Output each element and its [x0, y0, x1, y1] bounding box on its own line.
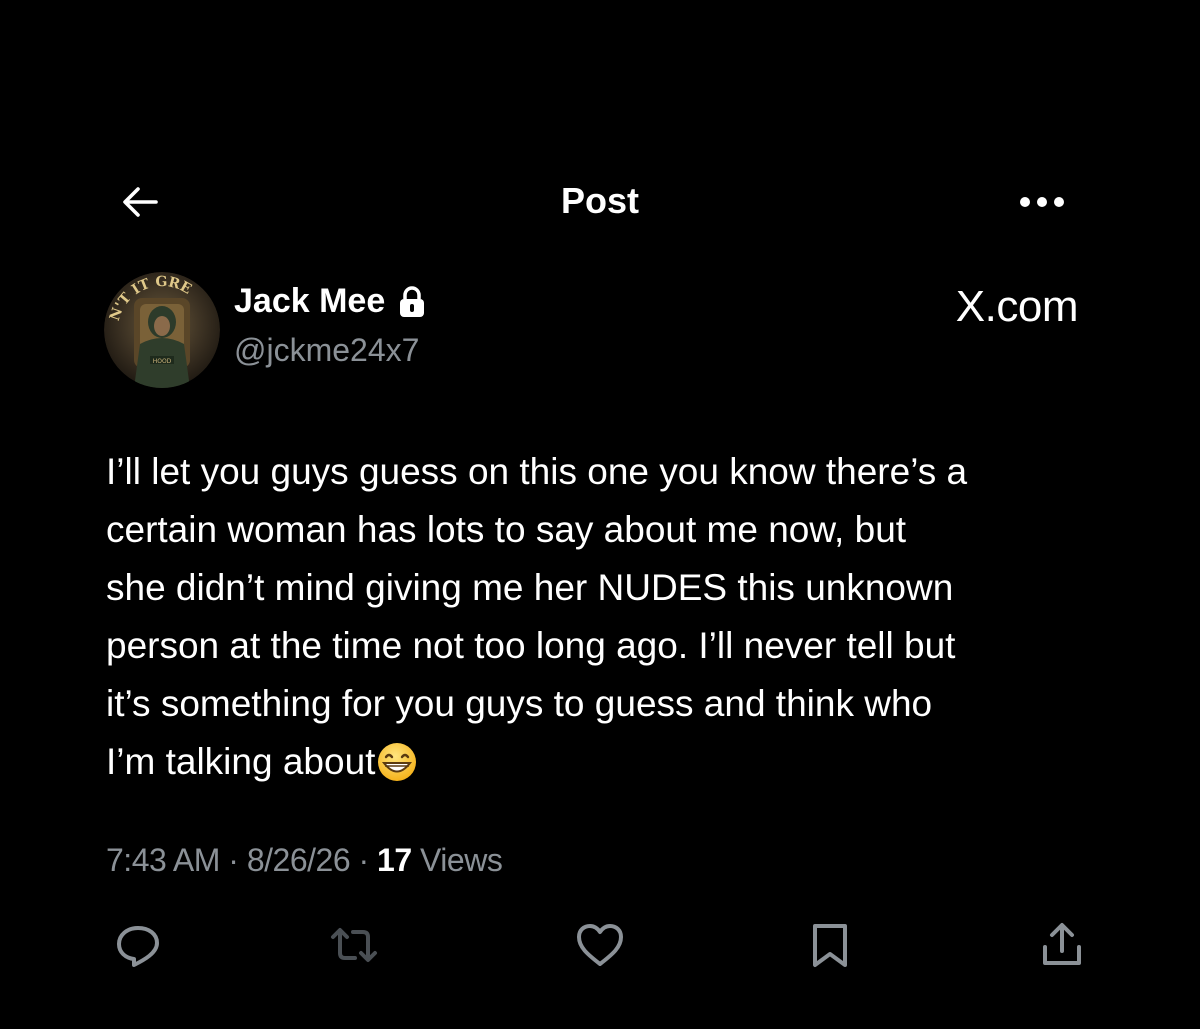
- bookmark-icon: [813, 924, 847, 967]
- like-button[interactable]: [570, 915, 630, 975]
- share-icon: [1043, 923, 1081, 965]
- repost-icon: [331, 928, 377, 962]
- post-line: I’ll let you guys guess on this one you …: [106, 451, 968, 492]
- grinning-face-icon: [378, 743, 417, 781]
- post-text: I’ll let you guys guess on this one you …: [106, 443, 1106, 791]
- post-line: certain woman has lots to say about me n…: [106, 509, 907, 550]
- post-date: 8/26/26: [246, 842, 351, 878]
- post-meta: 7:43 AM · 8/26/26 · 17 Views: [106, 842, 503, 879]
- repost-button[interactable]: [324, 915, 384, 975]
- reply-icon: [117, 926, 159, 967]
- views-count[interactable]: 17: [377, 842, 412, 878]
- svg-text:HOOD: HOOD: [153, 358, 172, 365]
- post-line-text: I’m talking about: [106, 741, 376, 782]
- bookmark-button[interactable]: [800, 915, 860, 975]
- post-line-last: I’m talking about: [106, 733, 1106, 791]
- x-com-watermark-text: X.com: [955, 282, 1079, 331]
- more-horizontal-icon: [1020, 197, 1064, 207]
- like-icon: [577, 924, 623, 966]
- author-name-text: Jack Mee: [234, 282, 386, 320]
- share-button[interactable]: [1032, 915, 1092, 975]
- meta-separator: ·: [358, 842, 370, 878]
- meta-separator: ·: [228, 842, 239, 878]
- action-bar: [100, 915, 1100, 975]
- more-options-button[interactable]: [1010, 180, 1074, 224]
- post-line: person at the time not too long ago. I’l…: [106, 625, 956, 666]
- post-line: she didn’t mind giving me her NUDES this…: [106, 567, 954, 608]
- author-handle[interactable]: @jckme24x7: [234, 332, 419, 369]
- x-com-watermark: X.com: [955, 282, 1079, 332]
- avatar[interactable]: HOOD N'T IT GRE: [104, 272, 220, 388]
- post-line: it’s something for you guys to guess and…: [106, 683, 933, 724]
- reply-button[interactable]: [108, 915, 168, 975]
- author-row: HOOD N'T IT GRE Jack Mee @jckme24x7 X.co…: [100, 268, 1100, 388]
- lock-icon: [400, 285, 425, 317]
- post-time: 7:43 AM: [106, 842, 220, 878]
- author-name[interactable]: Jack Mee: [234, 282, 427, 321]
- top-bar: Post: [0, 160, 1200, 240]
- avatar-image: HOOD N'T IT GRE: [104, 272, 220, 388]
- views-label[interactable]: Views: [420, 842, 503, 878]
